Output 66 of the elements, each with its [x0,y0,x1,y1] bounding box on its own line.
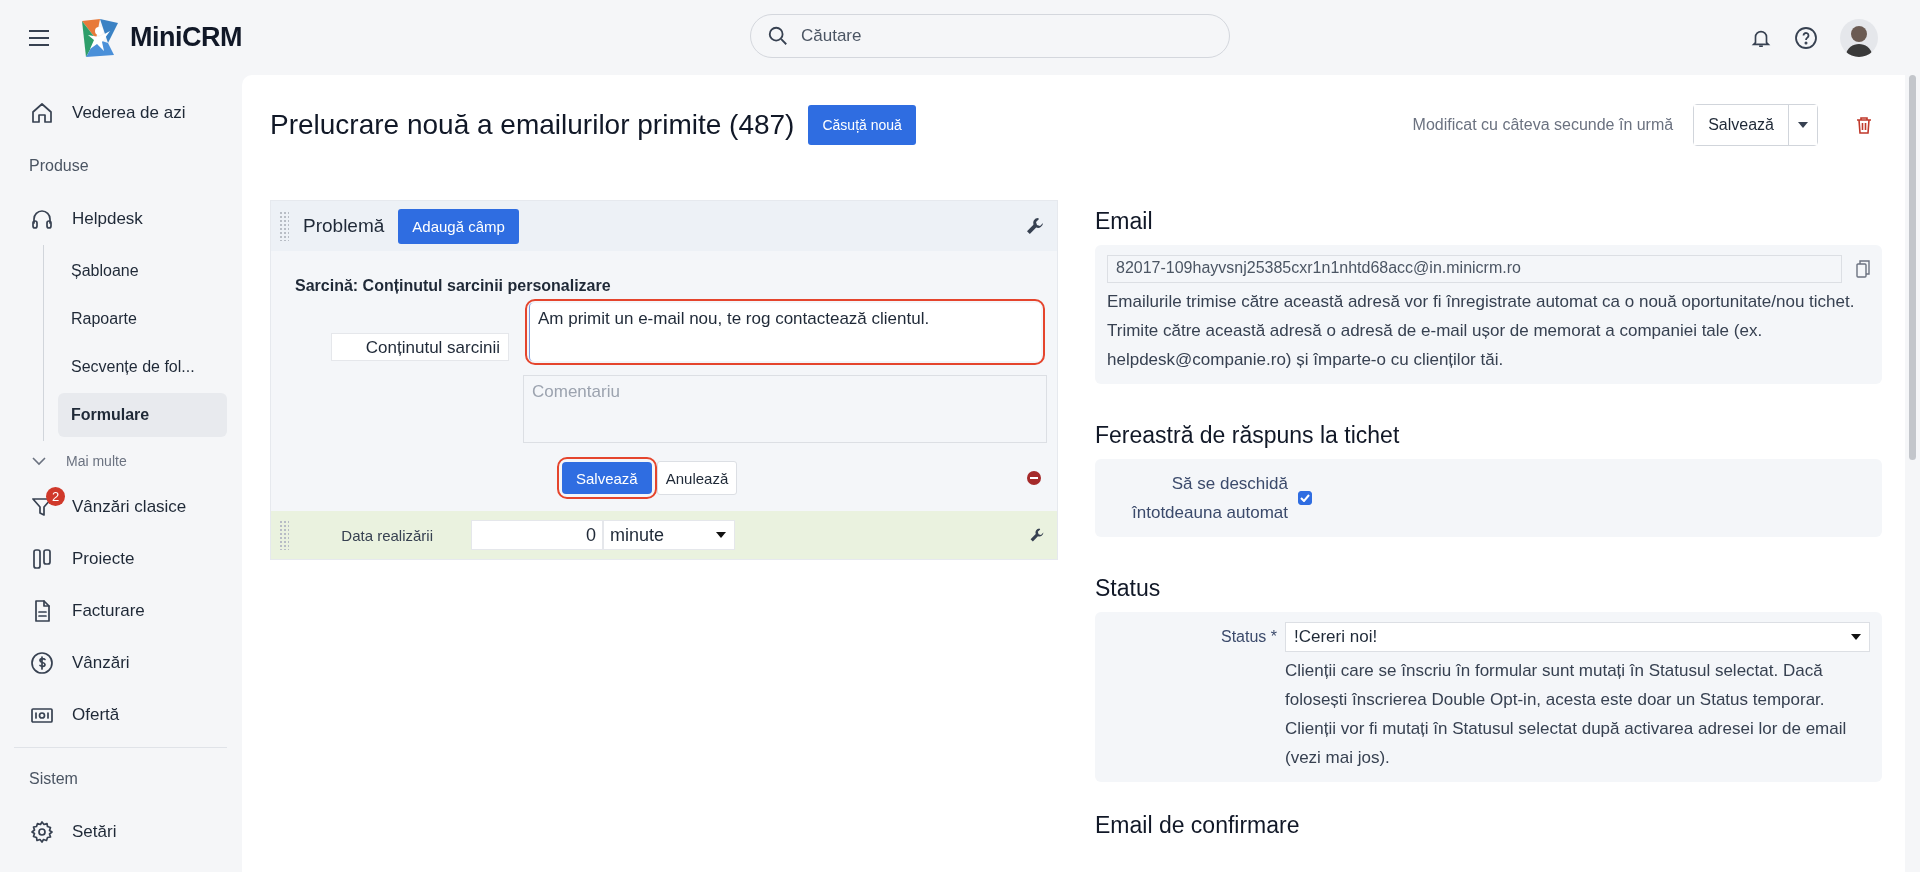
nav-subitem[interactable]: Secvențe de fol... [58,345,227,389]
add-field-button[interactable]: Adaugă câmp [398,208,519,244]
cancel-button[interactable]: Anulează [656,461,738,495]
caret-icon [716,532,726,538]
wrench-icon[interactable] [1025,216,1045,236]
new-mailbox-button[interactable]: Căsuță nouă [808,105,916,145]
save-button[interactable]: Salvează [1694,105,1789,145]
columns-icon [30,547,54,571]
search-bar[interactable]: Căutare [750,14,1230,58]
nav-item[interactable]: Vânzări [14,637,227,689]
drag-handle[interactable] [279,520,289,550]
nav-item[interactable]: Proiecte [14,533,227,585]
field-label: Status * [1219,627,1277,647]
caret-icon [1798,122,1808,128]
task-heading: Sarcină: Conținutul sarcinii personalizare [295,277,612,295]
dollar-icon [30,651,54,675]
wrench-icon[interactable] [1029,527,1045,543]
copy-icon[interactable] [1856,260,1870,278]
status-dropdown[interactable]: !Cereri noi! [1285,622,1870,652]
headphones-icon [30,207,54,231]
number-field[interactable]: 0 [471,520,603,550]
section-title: Status [1095,574,1162,602]
caret-icon [1851,634,1861,640]
field-label: Data realizării [340,526,433,544]
nav-item[interactable]: Vederea de azi [14,87,227,139]
task-content-field[interactable]: Am primit un e-mail nou, te rog contactează clientul. [529,303,1041,361]
home-icon [30,101,54,125]
delete-button[interactable] [1856,116,1872,134]
search-field[interactable]: Căutare [799,25,1213,47]
checkbox[interactable] [1298,491,1312,505]
field-label: Conținutul sarcinii [331,333,509,361]
modified-note: Modificat cu câteva secunde în urmă [1412,116,1674,134]
comment-field[interactable]: Comentariu [523,375,1047,443]
section-title: Email [1095,207,1154,235]
scrollbar[interactable] [1909,75,1916,460]
more-toggle[interactable]: Mai multe [14,441,227,481]
nav-item[interactable]: 2 Vânzări clasice [14,481,227,533]
settings-icon [30,820,54,844]
menu-button[interactable] [28,29,50,46]
unit-dropdown[interactable]: minute [603,520,735,550]
nav-item[interactable]: Helpdesk [14,193,227,245]
search-icon [767,25,789,47]
description-text: Emailurile trimise către această adresă vor fi înregistrate automat ca o nouă oportunitate/nou tichet. Trimite către această adresă o adresă de e-mail ușor de memorat a companiei tale (ex. helpdesk@companie.ro) și împarte-o cu clienților tăi. [1107,291,1856,371]
nav-subitem[interactable]: Rapoarte [58,297,227,341]
section-title: Fereastră de răspuns la tichet [1095,421,1401,449]
count-badge: 2 [46,487,65,506]
help-button[interactable] [1794,25,1818,50]
panel-title: Problemă [303,215,385,237]
save-button[interactable]: Salvează [562,462,652,494]
email-address-field[interactable]: 82017-109hayvsnj25385cxr1n1nhtd68acc@in.minicrm.ro [1107,255,1842,283]
checkbox-label: Să se deschidă întotdeauna automat [1131,473,1288,524]
chevron-down-icon [32,456,46,466]
nav-item[interactable]: Setări [14,806,227,858]
section-heading: Produse [28,156,90,176]
section-title: Email de confirmare [1095,812,1301,839]
help-text: Clienții care se înscriu în formular sunt mutați în Statusul selectat. Dacă folosești înscrierea Double Opt-in, acesta este doar un Status temporar. Clienții vor fi mutați în Statusul selectat după activarea adresei lor de email (vezi mai jos). [1285,660,1848,769]
remove-icon[interactable] [1027,471,1041,485]
section-heading: Sistem [28,769,79,789]
page-title: Prelucrare nouă a emailurilor primite (487) [270,109,795,141]
drag-handle[interactable] [279,211,289,241]
nav-item[interactable]: Facturare [14,585,227,637]
nav-item[interactable]: Ofertă [14,689,227,741]
nav-subitem[interactable]: Formulare [58,393,227,437]
nav-subitem[interactable]: Șabloane [58,249,227,293]
avatar[interactable] [1840,18,1878,57]
logo-text: MiniCRM [130,22,242,53]
